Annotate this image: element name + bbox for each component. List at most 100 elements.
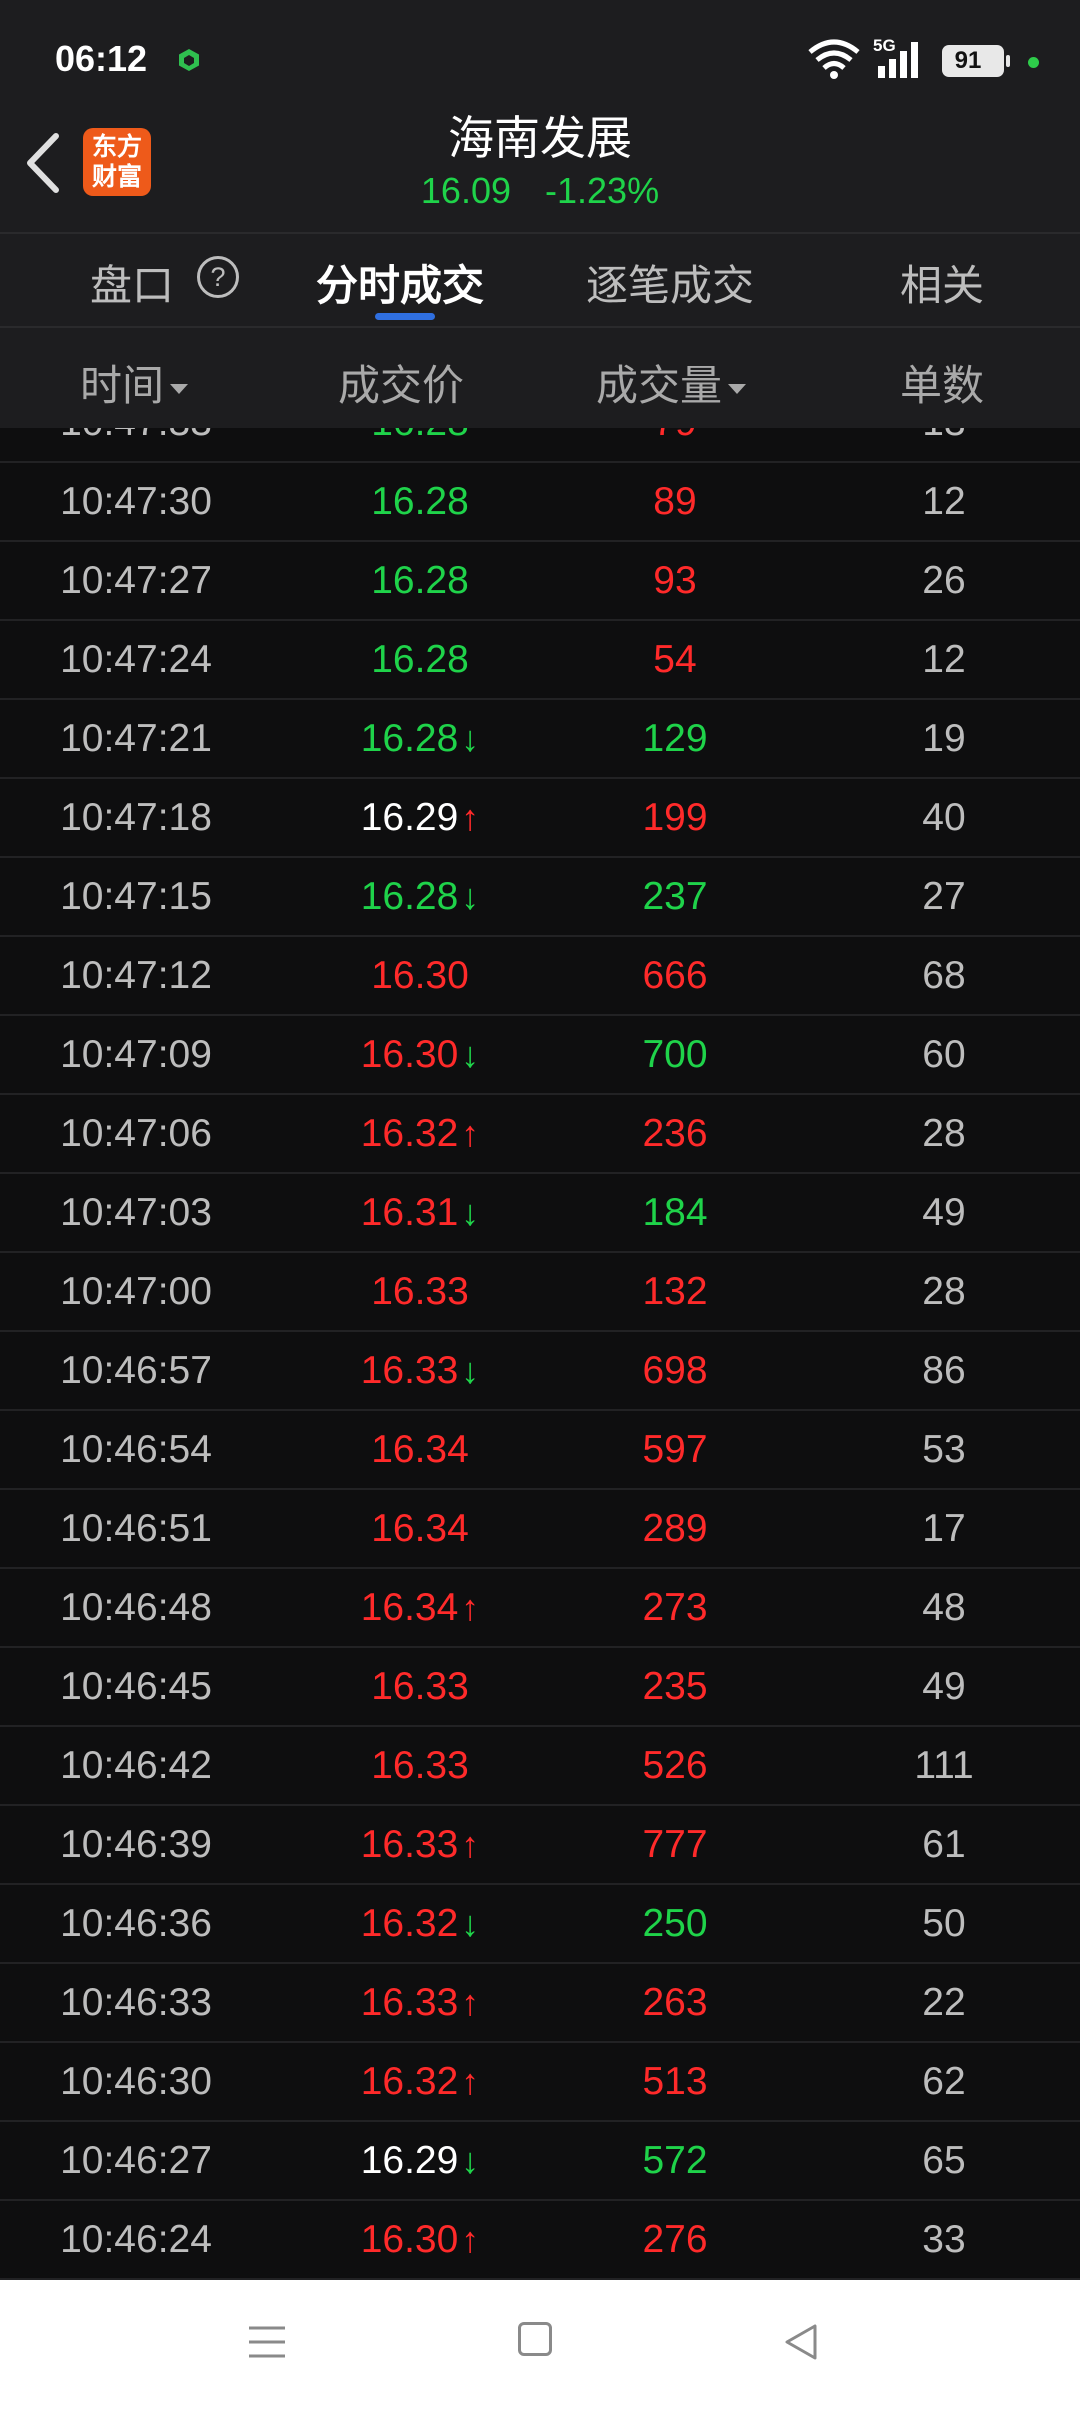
trade-time: 10:47:06 bbox=[60, 1112, 212, 1155]
back-triangle-icon[interactable] bbox=[781, 2320, 821, 2364]
trade-time: 10:47:12 bbox=[60, 954, 212, 997]
table-row[interactable]: 10:46:39 16.33↑ 777 61 bbox=[0, 1806, 1080, 1885]
arrow-up-icon: ↑ bbox=[461, 2061, 480, 2102]
trade-price: 16.29 bbox=[360, 796, 459, 839]
table-row[interactable]: 10:46:51 16.34 289 17 bbox=[0, 1490, 1080, 1569]
trade-price-cell: 16.33 bbox=[320, 1253, 520, 1330]
trade-volume: 700 bbox=[642, 1033, 708, 1076]
table-row[interactable]: 10:47:09 16.30↓ 700 60 bbox=[0, 1016, 1080, 1095]
trade-volume: 235 bbox=[642, 1665, 708, 1708]
trade-count: 60 bbox=[922, 1033, 966, 1076]
column-header-time-label: 时间 bbox=[80, 362, 165, 409]
trade-time: 10:47:15 bbox=[60, 875, 212, 918]
trade-volume: 93 bbox=[653, 559, 697, 602]
trade-count: 28 bbox=[922, 1112, 966, 1155]
trade-price-cell: 16.30↑ bbox=[320, 2201, 520, 2278]
trade-volume: 572 bbox=[642, 2139, 708, 2182]
trade-time: 10:47:24 bbox=[60, 638, 212, 681]
trade-count: 33 bbox=[922, 2218, 966, 2261]
trade-volume: 777 bbox=[642, 1823, 708, 1866]
arrow-up-icon: ↑ bbox=[461, 1824, 480, 1865]
table-row[interactable]: 10:47:30 16.28 89 12 bbox=[0, 463, 1080, 542]
trade-count: 28 bbox=[922, 1270, 966, 1313]
tab-pankou[interactable]: 盘口 bbox=[90, 252, 174, 313]
trades-table[interactable]: 10:47:3316.28791310:47:3016.28891210:47:… bbox=[0, 428, 1080, 2280]
table-row[interactable]: 10:47:21 16.28↓ 129 19 bbox=[0, 700, 1080, 779]
menu-icon[interactable] bbox=[247, 2320, 287, 2364]
trade-time: 10:46:45 bbox=[60, 1665, 212, 1708]
trade-price-cell: 16.34↑ bbox=[320, 1569, 520, 1646]
trade-count: 68 bbox=[922, 954, 966, 997]
table-row[interactable]: 10:47:18 16.29↑ 199 40 bbox=[0, 779, 1080, 858]
column-header-divider bbox=[0, 326, 1080, 328]
trade-time: 10:47:33 bbox=[36, 428, 236, 461]
battery-nub bbox=[1006, 55, 1010, 67]
trade-volume: 79 bbox=[575, 428, 775, 461]
trade-time: 10:47:00 bbox=[60, 1270, 212, 1313]
trade-count: 65 bbox=[922, 2139, 966, 2182]
help-icon[interactable]: ? bbox=[197, 256, 239, 298]
table-row[interactable]: 10:46:30 16.32↑ 513 62 bbox=[0, 2043, 1080, 2122]
trade-price: 16.28 bbox=[360, 875, 459, 918]
table-row[interactable]: 10:46:42 16.33 526 111 bbox=[0, 1727, 1080, 1806]
table-row[interactable]: 10:46:36 16.32↓ 250 50 bbox=[0, 1885, 1080, 1964]
trade-price: 16.28 bbox=[360, 717, 459, 760]
trade-price-cell: 16.28 bbox=[320, 621, 520, 698]
arrow-up-icon: ↑ bbox=[461, 1113, 480, 1154]
column-header-count: 单数 bbox=[900, 362, 985, 409]
wifi-icon bbox=[808, 39, 860, 79]
trade-volume: 236 bbox=[642, 1112, 708, 1155]
table-row[interactable]: 10:46:24 16.30↑ 276 33 bbox=[0, 2201, 1080, 2280]
stock-quote: 16.09 -1.23% bbox=[0, 170, 1080, 212]
trade-price-cell: 16.33↑ bbox=[320, 1806, 520, 1883]
trade-volume: 237 bbox=[642, 875, 708, 918]
trade-price: 16.30 bbox=[360, 2218, 459, 2261]
trade-price-cell: 16.33 bbox=[320, 1648, 520, 1725]
arrow-up-icon: ↑ bbox=[461, 797, 480, 838]
table-row[interactable]: 10:47:15 16.28↓ 237 27 bbox=[0, 858, 1080, 937]
trade-count: 61 bbox=[922, 1823, 966, 1866]
table-row[interactable]: 10:47:27 16.28 93 26 bbox=[0, 542, 1080, 621]
table-row[interactable]: 10:47:24 16.28 54 12 bbox=[0, 621, 1080, 700]
trade-price: 16.34 bbox=[371, 1507, 469, 1550]
trade-price: 16.30 bbox=[360, 1033, 459, 1076]
cellular-signal-icon bbox=[878, 42, 918, 78]
trade-volume: 54 bbox=[653, 638, 697, 681]
trade-volume: 289 bbox=[642, 1507, 708, 1550]
table-row[interactable]: 10:47:33 16.28 79 13 bbox=[0, 428, 1080, 463]
trade-price-cell: 16.28 bbox=[320, 428, 520, 461]
trade-volume: 184 bbox=[642, 1191, 708, 1234]
trade-count: 62 bbox=[922, 2060, 966, 2103]
column-header-volume[interactable]: 成交量 bbox=[596, 352, 747, 413]
trade-count: 40 bbox=[922, 796, 966, 839]
table-row[interactable]: 10:47:00 16.33 132 28 bbox=[0, 1253, 1080, 1332]
trade-price-cell: 16.34 bbox=[320, 1490, 520, 1567]
home-icon[interactable] bbox=[518, 2322, 552, 2356]
trade-time: 10:46:51 bbox=[60, 1507, 212, 1550]
table-row[interactable]: 10:47:03 16.31↓ 184 49 bbox=[0, 1174, 1080, 1253]
trade-price-cell: 16.28↓ bbox=[320, 858, 520, 935]
column-header-time[interactable]: 时间 bbox=[80, 352, 189, 413]
tab-related[interactable]: 相关 bbox=[900, 252, 984, 313]
trade-time: 10:47:18 bbox=[60, 796, 212, 839]
trade-count: 111 bbox=[914, 1744, 974, 1787]
tab-minute-trades[interactable]: 分时成交 bbox=[316, 252, 484, 313]
arrow-down-icon: ↓ bbox=[461, 1903, 480, 1944]
system-navigation-bar bbox=[0, 2280, 1080, 2412]
table-row[interactable]: 10:47:06 16.32↑ 236 28 bbox=[0, 1095, 1080, 1174]
table-row[interactable]: 10:46:33 16.33↑ 263 22 bbox=[0, 1964, 1080, 2043]
trade-volume: 698 bbox=[642, 1349, 708, 1392]
trade-count: 12 bbox=[922, 638, 966, 681]
table-row[interactable]: 10:46:45 16.33 235 49 bbox=[0, 1648, 1080, 1727]
table-row[interactable]: 10:46:48 16.34↑ 273 48 bbox=[0, 1569, 1080, 1648]
trade-price-cell: 16.31↓ bbox=[320, 1174, 520, 1251]
tab-tick-trades[interactable]: 逐笔成交 bbox=[586, 252, 754, 313]
table-row[interactable]: 10:47:12 16.30 666 68 bbox=[0, 937, 1080, 1016]
trade-price-cell: 16.32↓ bbox=[320, 1885, 520, 1962]
table-row[interactable]: 10:46:57 16.33↓ 698 86 bbox=[0, 1332, 1080, 1411]
table-row[interactable]: 10:46:54 16.34 597 53 bbox=[0, 1411, 1080, 1490]
table-row[interactable]: 10:46:27 16.29↓ 572 65 bbox=[0, 2122, 1080, 2201]
arrow-down-icon: ↓ bbox=[461, 1034, 480, 1075]
trade-time: 10:47:30 bbox=[60, 480, 212, 523]
trade-price-cell: 16.28 bbox=[320, 542, 520, 619]
